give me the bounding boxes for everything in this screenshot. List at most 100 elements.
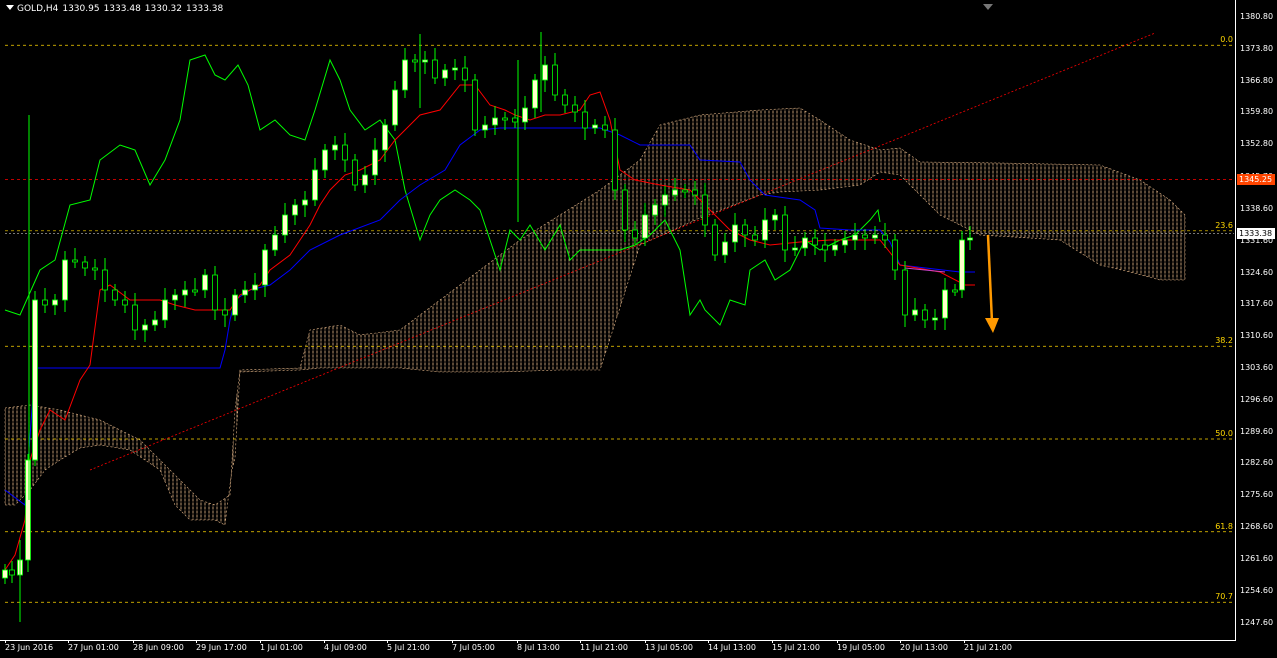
low-value: 1330.32	[144, 4, 183, 14]
candle-body	[632, 229, 638, 239]
candle-body	[212, 274, 218, 311]
candle-body	[322, 149, 328, 171]
candle-body	[842, 239, 848, 246]
candle-body	[342, 144, 348, 161]
time-axis-label: 29 Jun 17:00	[196, 643, 247, 652]
chart-area[interactable]	[0, 0, 1236, 640]
candle-body	[922, 309, 928, 321]
candle-body	[442, 69, 448, 79]
candle-body	[202, 274, 208, 291]
candle-body	[112, 289, 118, 301]
candle-body	[462, 67, 468, 81]
candle-body	[432, 59, 438, 79]
high-value: 1333.48	[103, 4, 141, 14]
candle-body	[92, 267, 98, 271]
candle-body	[142, 324, 148, 331]
candle-body	[862, 234, 868, 239]
candle-body	[242, 289, 248, 296]
price-axis-label: 1254.60	[1240, 585, 1274, 595]
price-axis-label: 1303.60	[1240, 363, 1274, 372]
time-axis-label: 23 Jun 2016	[5, 643, 54, 652]
candle-body	[62, 259, 68, 301]
candle-body	[712, 224, 718, 256]
candle-body	[482, 124, 488, 131]
chart-shift-marker-icon[interactable]	[983, 4, 993, 10]
price-axis-label: 1275.60	[1240, 490, 1274, 500]
time-axis-label: 27 Jun 01:00	[68, 643, 119, 652]
candle-body	[252, 284, 258, 291]
candle-body	[932, 317, 938, 321]
candle-body	[332, 144, 338, 151]
axis-border	[0, 640, 1236, 641]
candle-body	[132, 304, 138, 331]
candle-body	[2, 569, 8, 579]
candle-body	[472, 79, 478, 131]
dropdown-triangle-icon[interactable]	[6, 5, 14, 10]
candle-body	[772, 214, 778, 221]
time-axis-label: 28 Jun 09:00	[133, 643, 184, 652]
red-level-badge: 1345.25	[1237, 173, 1275, 185]
candle-body	[967, 237, 973, 241]
candle-body	[612, 129, 618, 191]
candle-body	[232, 294, 238, 316]
fib-level-label: 23.6	[1215, 220, 1233, 230]
time-axis-label: 5 Jul 21:00	[387, 643, 430, 652]
candle-body	[852, 234, 858, 241]
price-axis-label: 1359.80	[1240, 107, 1274, 117]
price-axis-label: 1373.80	[1240, 43, 1274, 53]
candle-body	[552, 64, 558, 96]
candle-body	[102, 269, 108, 291]
price-axis-label: 1282.60	[1240, 458, 1274, 468]
candle-body	[362, 174, 368, 186]
price-axis-label: 1289.60	[1240, 426, 1274, 436]
candle-body	[642, 214, 648, 239]
candle-body	[272, 234, 278, 251]
candle-body	[452, 67, 458, 71]
time-axis-label: 20 Jul 13:00	[900, 643, 948, 652]
candle-body	[152, 319, 158, 326]
candle-body	[172, 294, 178, 301]
close-value: 1333.38	[186, 4, 224, 14]
chart-header: GOLD,H4 1330.95 1333.48 1330.32 1333.38	[6, 4, 227, 14]
price-axis-label: 1247.60	[1240, 617, 1274, 627]
price-axis-label: 1338.60	[1240, 203, 1274, 213]
candle-body	[762, 219, 768, 241]
candle-body	[262, 249, 268, 286]
candle-body	[392, 89, 398, 126]
candle-body	[882, 234, 888, 241]
candle-body	[192, 289, 198, 293]
candle-body	[512, 117, 518, 123]
price-chart[interactable]	[0, 0, 1236, 640]
fib-level-label: 0.0	[1220, 35, 1233, 45]
time-axis-label: 1 Jul 01:00	[260, 643, 303, 652]
candle-body	[822, 244, 828, 251]
forecast-arrow-head-icon	[985, 318, 999, 333]
price-axis-label: 1310.60	[1240, 331, 1274, 341]
candle-body	[162, 299, 168, 321]
candle-body	[592, 124, 598, 129]
candle-body	[292, 204, 298, 216]
candle-body	[32, 299, 38, 461]
candle-body	[182, 289, 188, 296]
candle-body	[732, 224, 738, 243]
candle-body	[562, 94, 568, 106]
ichimoku-cloud	[4, 107, 1186, 526]
candle-body	[752, 234, 758, 241]
price-axis-label: 1317.60	[1240, 299, 1274, 309]
candle-body	[702, 194, 708, 226]
time-axis-label: 4 Jul 09:00	[324, 643, 367, 652]
candle-body	[25, 459, 31, 561]
price-axis-label: 1380.80	[1240, 12, 1274, 21]
price-axis[interactable]: 1380.80 1373.80 1366.80 1359.80 1352.80 1345.…	[1236, 0, 1277, 658]
candle-body	[692, 189, 698, 196]
candle-body	[9, 569, 15, 576]
price-axis-label: 1366.80	[1240, 75, 1274, 85]
candle-body	[542, 64, 548, 81]
candle-body	[582, 111, 588, 129]
time-axis-label: 7 Jul 05:00	[452, 643, 495, 652]
candle-body	[872, 234, 878, 239]
axis-border	[1235, 0, 1236, 641]
time-axis-label: 15 Jul 21:00	[772, 643, 820, 652]
time-axis-label: 19 Jul 05:00	[837, 643, 885, 652]
candle-body	[532, 79, 538, 109]
